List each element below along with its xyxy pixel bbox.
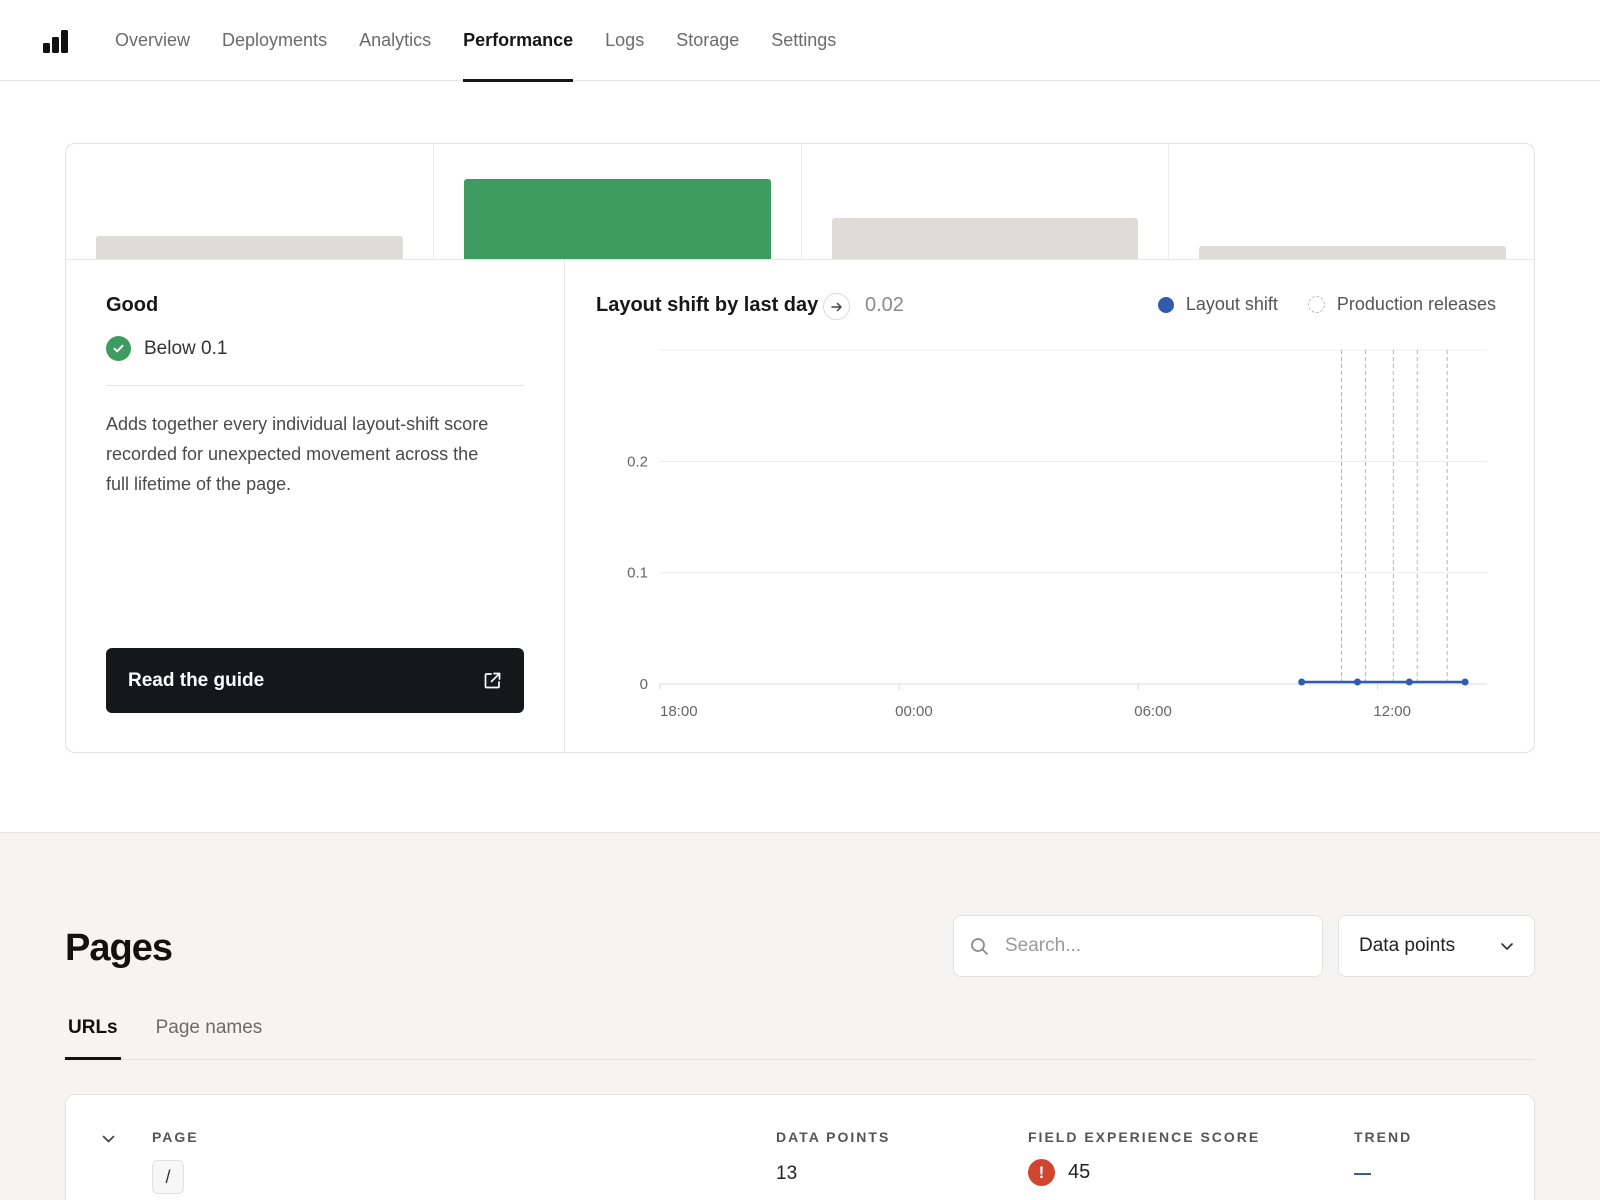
layout-shift-data-point (1461, 678, 1469, 686)
score-value: 45 (1068, 1161, 1091, 1183)
search-input[interactable] (1005, 935, 1285, 957)
nav-tab-logs[interactable]: Logs (589, 0, 660, 81)
column-header-field-experience-score[interactable]: FIELD EXPERIENCE SCORE (1028, 1129, 1260, 1145)
search-box[interactable] (953, 915, 1323, 977)
nav-tab-performance[interactable]: Performance (447, 0, 589, 82)
chart-current-value: 0.02 (865, 294, 904, 316)
top-navigation: Overview Deployments Analytics Performance L… (0, 0, 1600, 82)
sort-select-value: Data points (1359, 935, 1456, 956)
x-tick-label: 00:00 (895, 703, 933, 720)
column-header-trend[interactable]: TREND (1354, 1129, 1412, 1145)
column-header-page[interactable]: PAGE (152, 1129, 199, 1145)
external-link-icon (484, 672, 501, 689)
legend-label-layout-shift: Layout shift (1185, 294, 1278, 314)
distribution-bucket[interactable] (434, 144, 802, 259)
read-guide-label: Read the guide (128, 669, 265, 691)
x-tick-label: 12:00 (1373, 703, 1411, 720)
distribution-bar (831, 218, 1139, 259)
nav-tab-overview[interactable]: Overview (99, 0, 206, 81)
layout-shift-data-point (1298, 678, 1306, 686)
metric-summary-pane: Good Below 0.1 Adds together every indiv… (66, 260, 565, 752)
legend-label-production-releases: Production releases (1336, 294, 1496, 314)
read-guide-button[interactable]: Read the guide (106, 648, 524, 713)
score-distribution-bars (66, 144, 1534, 260)
subtab-urls[interactable]: URLs (65, 1001, 121, 1060)
search-icon (971, 937, 988, 955)
distribution-bar (463, 179, 771, 259)
distribution-bucket[interactable] (802, 144, 1170, 259)
check-circle-icon (106, 336, 131, 361)
x-tick-label: 18:00 (660, 703, 698, 720)
nav-tabs: Overview Deployments Analytics Performance L… (99, 0, 852, 82)
pages-subtabs: URLs Page names (65, 1001, 1535, 1060)
bar-chart-logo-icon[interactable] (43, 29, 69, 53)
chart-pane: 0 0.1 0.2 18:00 00:00 06:00 12:00 Layout shift… (565, 260, 1534, 752)
legend-item-production-releases[interactable]: Production releases (1307, 294, 1496, 315)
y-tick-label: 0.1 (627, 565, 648, 582)
threshold-row: Below 0.1 (106, 336, 227, 361)
layout-shift-chart: 0 0.1 0.2 18:00 00:00 06:00 12:00 (627, 349, 1487, 720)
sort-select[interactable]: Data points (1338, 915, 1535, 977)
divider (106, 385, 524, 386)
distribution-bar (96, 236, 403, 259)
distribution-bucket[interactable] (66, 144, 434, 259)
layout-shift-card: Good Below 0.1 Adds together every indiv… (65, 143, 1535, 753)
column-header-data-points[interactable]: DATA POINTS (776, 1129, 890, 1145)
threshold-label: Below 0.1 (144, 337, 228, 359)
field-experience-score: ! 45 (1028, 1159, 1090, 1186)
nav-tab-deployments[interactable]: Deployments (206, 0, 343, 81)
nav-tab-storage[interactable]: Storage (660, 0, 755, 81)
arrow-right-icon[interactable] (823, 293, 850, 320)
trend-flat-line (1354, 1173, 1371, 1175)
layout-shift-data-point (1353, 678, 1361, 686)
solid-dot-icon (1157, 296, 1174, 313)
status-title: Good (106, 294, 159, 316)
y-tick-label: 0 (640, 676, 648, 693)
y-tick-label: 0.2 (627, 453, 648, 470)
distribution-bar (1199, 246, 1506, 259)
chart-title: Layout shift by last day (596, 294, 819, 316)
legend-item-layout-shift[interactable]: Layout shift (1157, 294, 1278, 315)
subtab-page-names[interactable]: Page names (153, 1001, 266, 1059)
pages-title: Pages (65, 927, 173, 969)
page-path-chip[interactable]: / (152, 1160, 184, 1194)
metric-description: Adds together every individual layout-sh… (106, 414, 489, 494)
dashed-circle-icon (1307, 296, 1325, 313)
chart-legend: Layout shift Production releases (1157, 294, 1496, 315)
pages-table: PAGE DATA POINTS FIELD EXPERIENCE SCORE … (65, 1094, 1535, 1200)
data-points-value: 13 (776, 1163, 798, 1184)
nav-tab-analytics[interactable]: Analytics (343, 0, 447, 81)
error-circle-icon: ! (1028, 1159, 1055, 1186)
layout-shift-data-point (1405, 678, 1413, 686)
chevron-down-icon (1501, 942, 1513, 950)
pages-section: Pages Data points URLs Page names PAGE DA… (0, 832, 1600, 1200)
chevron-down-icon[interactable] (102, 1135, 115, 1144)
nav-tab-settings[interactable]: Settings (755, 0, 852, 81)
x-tick-label: 06:00 (1134, 703, 1172, 720)
distribution-bucket[interactable] (1169, 144, 1534, 259)
